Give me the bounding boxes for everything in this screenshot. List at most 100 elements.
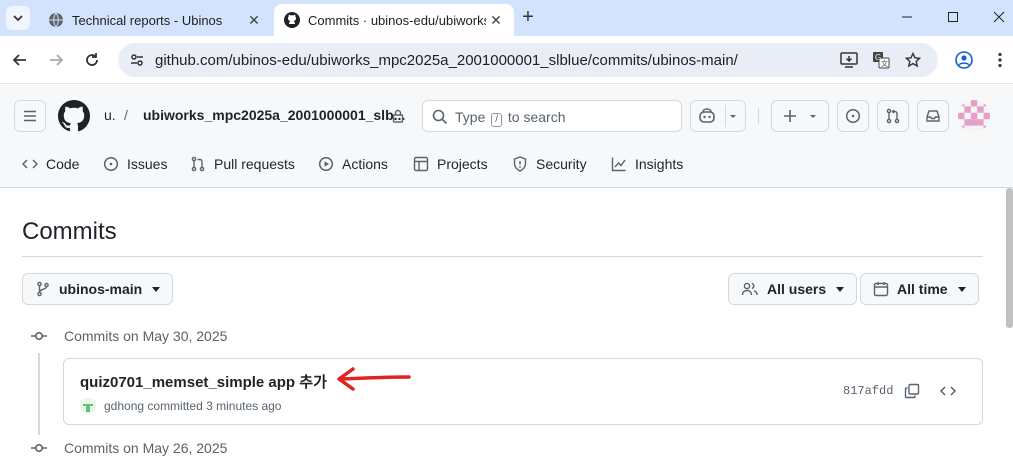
git-commit-icon [31, 444, 47, 453]
github-logo-icon[interactable] [58, 100, 90, 132]
commit-sha-link[interactable]: 817afdd [843, 384, 893, 398]
copy-icon [904, 383, 920, 399]
commit-group-heading: Commits on May 30, 2025 [30, 326, 227, 346]
bookmark-star-icon[interactable] [904, 51, 922, 69]
chevron-down-icon [810, 115, 816, 118]
translate-icon[interactable]: G文 [872, 51, 890, 69]
breadcrumb-repo[interactable]: ubiworks_mpc2025a_2001000001_slb... [143, 107, 405, 123]
address-bar[interactable]: github.com/ubinos-edu/ubiworks_mpc2025a_… [118, 43, 938, 77]
back-button[interactable] [8, 48, 32, 72]
pull-requests-header-button[interactable] [877, 100, 909, 132]
install-app-icon[interactable] [840, 51, 858, 69]
tab-issues[interactable]: Issues [103, 152, 167, 176]
page-scrollbar[interactable] [1006, 188, 1013, 328]
issue-icon [845, 108, 861, 124]
close-tab-icon[interactable]: ✕ [244, 10, 264, 30]
commit-action: committed [147, 399, 203, 413]
tab-title: Technical reports - Ubinos [72, 12, 223, 28]
inbox-icon [926, 110, 940, 122]
new-tab-button[interactable]: + [516, 7, 540, 28]
tab-actions[interactable]: Actions [318, 152, 388, 176]
tab-title: Commits · ubinos-edu/ubiworks_mpc2025a_2… [308, 12, 486, 28]
tab-label: Code [46, 156, 80, 172]
table-icon [413, 156, 429, 172]
maximize-icon [948, 12, 958, 22]
commit-author[interactable]: gdhong [104, 399, 144, 413]
forward-button[interactable] [44, 48, 68, 72]
arrow-right-icon [50, 54, 64, 66]
tab-label: Actions [342, 156, 388, 172]
play-icon [318, 156, 334, 172]
copilot-icon [699, 108, 715, 123]
issues-header-button[interactable] [837, 100, 869, 132]
minimize-icon [902, 16, 912, 18]
branch-label: ubinos-main [59, 281, 143, 297]
tab-code[interactable]: Code [22, 152, 79, 176]
code-icon [22, 159, 38, 169]
profile-icon [955, 51, 973, 69]
chevron-down-icon [957, 286, 966, 292]
calendar-icon [873, 282, 889, 297]
lock-icon [392, 109, 404, 123]
kebab-menu-icon [998, 52, 1002, 68]
github-header: u. / ubiworks_mpc2025a_2001000001_slb...… [0, 85, 1013, 188]
browse-repo-at-commit-button[interactable] [936, 379, 960, 403]
tab-security[interactable]: Security [512, 152, 587, 176]
tab-projects[interactable]: Projects [413, 152, 488, 176]
shield-icon [513, 156, 527, 172]
globe-icon [49, 12, 63, 28]
browser-tab-technical-reports[interactable]: Technical reports - Ubinos ✕ [36, 4, 272, 36]
commit-group-heading: Commits on May 26, 2025 [30, 438, 227, 458]
arrow-left-icon [12, 54, 26, 66]
close-tab-icon[interactable]: ✕ [486, 10, 506, 30]
browser-menu-button[interactable] [988, 48, 1012, 72]
page-title: Commits [22, 218, 117, 245]
maximize-button[interactable] [930, 0, 976, 34]
branch-selector-button[interactable]: ubinos-main [22, 273, 174, 305]
issue-icon [103, 156, 119, 172]
users-filter-button[interactable]: All users [728, 273, 858, 305]
tab-search-button[interactable] [6, 6, 30, 30]
profile-button[interactable] [952, 48, 976, 72]
inbox-button[interactable] [917, 100, 949, 132]
breadcrumb-owner[interactable]: u. [104, 107, 116, 123]
commit-message-link[interactable]: quiz0701_memset_simple app 추가 [80, 371, 327, 392]
copy-sha-button[interactable] [900, 379, 924, 403]
chevron-down-icon [152, 286, 161, 292]
time-filter-label: All time [897, 281, 948, 297]
open-global-nav-button[interactable] [14, 100, 46, 132]
commit-time: 3 minutes ago [206, 399, 282, 413]
people-icon [741, 282, 758, 296]
commit-group-date: Commits on May 26, 2025 [64, 440, 228, 456]
title-divider [22, 256, 983, 257]
url-text: github.com/ubinos-edu/ubiworks_mpc2025a_… [155, 52, 738, 69]
minimize-button[interactable] [884, 0, 930, 34]
header-divider [758, 108, 759, 124]
svg-text:文: 文 [881, 59, 888, 68]
git-commit-icon [31, 332, 47, 341]
chevron-down-icon[interactable] [728, 111, 738, 121]
chevron-down-icon [13, 15, 23, 22]
reload-button[interactable] [80, 48, 104, 72]
create-new-button[interactable] [771, 100, 829, 132]
tab-label: Security [536, 156, 587, 172]
hamburger-icon [24, 110, 36, 122]
plus-icon [784, 110, 796, 122]
commit-timeline-line [38, 353, 40, 435]
browser-toolbar: github.com/ubinos-edu/ubiworks_mpc2025a_… [0, 36, 1013, 84]
site-info-icon[interactable] [128, 51, 146, 69]
users-filter-label: All users [767, 281, 827, 297]
time-filter-button[interactable]: All time [860, 273, 979, 305]
search-input[interactable]: Type / to search [422, 100, 682, 132]
tab-insights[interactable]: Insights [611, 152, 683, 176]
graph-icon [611, 157, 626, 172]
tab-pull-requests[interactable]: Pull requests [190, 152, 295, 176]
tab-label: Insights [635, 156, 684, 172]
author-avatar[interactable] [80, 398, 96, 414]
close-window-button[interactable] [976, 0, 1013, 34]
user-avatar[interactable] [958, 100, 990, 132]
pull-request-icon [886, 108, 900, 124]
browser-tab-commits[interactable]: Commits · ubinos-edu/ubiworks_mpc2025a_2… [274, 4, 514, 36]
copilot-button[interactable] [690, 100, 746, 132]
pull-request-icon [191, 156, 205, 172]
